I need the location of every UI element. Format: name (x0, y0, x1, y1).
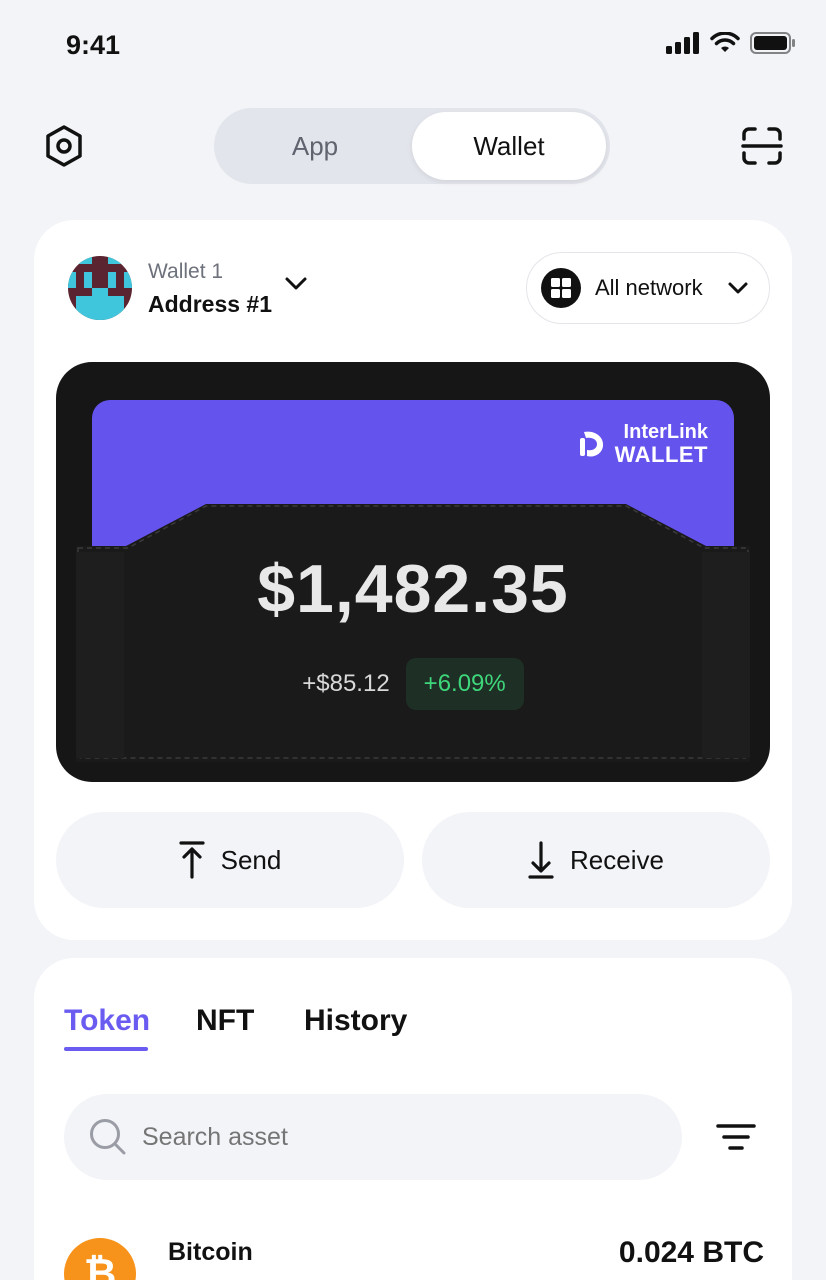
tab-history[interactable]: History (304, 1004, 407, 1038)
search-icon (90, 1119, 126, 1155)
send-arrow-up-icon (179, 841, 205, 879)
settings-hexagon-icon (46, 125, 82, 167)
bitcoin-icon: ₿ (64, 1238, 136, 1280)
segment-wallet[interactable]: Wallet (412, 112, 606, 180)
segment-app[interactable]: App (218, 112, 412, 180)
filter-icon[interactable] (714, 1118, 758, 1156)
change-amount: +$85.12 (302, 670, 390, 697)
network-label: All network (595, 275, 703, 300)
wallet-chevron-down-icon[interactable] (284, 276, 308, 292)
scan-button[interactable] (736, 122, 788, 170)
token-name: Bitcoin (168, 1238, 253, 1266)
assets-card: Token NFT History ₿ Bitcoin 0.024 BTC (34, 958, 792, 1280)
wifi-icon (710, 32, 740, 52)
wallet-name: Wallet 1 (148, 260, 224, 283)
status-time: 9:41 (66, 30, 121, 60)
wallet-address: Address #1 (148, 291, 273, 317)
token-row[interactable]: ₿ Bitcoin 0.024 BTC (64, 1226, 764, 1280)
send-label: Send (220, 844, 282, 875)
total-balance: $1,482.35 (257, 551, 569, 627)
receive-label: Receive (570, 844, 664, 875)
status-icons (666, 32, 796, 54)
wallet-card: Wallet 1 Address #1 All network InterLin… (34, 220, 792, 940)
tab-token[interactable]: Token (64, 1004, 150, 1038)
app-wallet-switch: App Wallet (214, 108, 610, 184)
active-tab-indicator (64, 1047, 148, 1051)
avatar[interactable] (68, 256, 132, 320)
chevron-down-icon (728, 282, 748, 294)
signal-icon (666, 32, 699, 54)
network-selector[interactable]: All network (526, 252, 770, 324)
search-box[interactable] (64, 1094, 682, 1180)
receive-arrow-down-icon (528, 841, 554, 879)
header: App Wallet (0, 100, 826, 190)
change-percent-badge: +6.09% (405, 658, 524, 710)
tab-nft[interactable]: NFT (196, 1004, 254, 1038)
settings-button[interactable] (40, 122, 88, 170)
search-input[interactable] (142, 1122, 622, 1152)
send-button[interactable]: Send (56, 812, 404, 908)
receive-button[interactable]: Receive (422, 812, 770, 908)
status-bar: 9:41 (0, 0, 826, 90)
network-grid-icon (541, 268, 581, 308)
wallet-visual: InterLink WALLET $1,482.35 +$85.12 +6.09… (56, 362, 770, 782)
balance-change: +$85.12 +6.09% (56, 658, 770, 710)
token-amount: 0.024 BTC (618, 1236, 764, 1269)
battery-icon (750, 32, 795, 54)
scan-icon (741, 127, 783, 165)
